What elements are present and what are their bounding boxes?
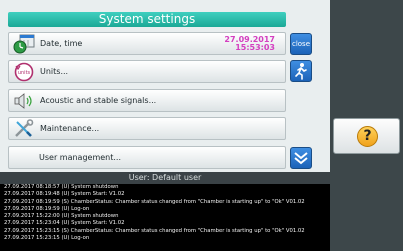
log-line: 27.09.2017 08:19:48 (U) System Start: V1… [4, 191, 125, 198]
units-icon: units [13, 62, 35, 82]
menu-item-units[interactable]: units Units... [8, 60, 286, 83]
event-log[interactable]: 27.09.2017 08:18:57 (U) System shutdown … [0, 184, 330, 251]
close-button[interactable]: close [290, 33, 312, 55]
log-line: 27.09.2017 15:23:15 (U) Log-on [4, 235, 90, 242]
menu-item-user-management[interactable]: User management... [8, 146, 286, 169]
help-button[interactable]: ? [333, 118, 400, 154]
speaker-icon [13, 91, 35, 111]
menu-item-label: Units... [40, 67, 69, 76]
current-user-bar: User: Default user [0, 172, 330, 184]
log-line: 27.09.2017 15:23:04 (U) System Start: V1… [4, 220, 125, 227]
menu-item-date-time[interactable]: Date, time 27.09.2017 15:53:03 [8, 32, 286, 55]
double-chevron-down-icon [294, 152, 308, 165]
log-line: 27.09.2017 08:18:57 (U) System shutdown [4, 184, 119, 190]
device-screen: System settings Date, time 27.09.2017 15… [0, 0, 330, 251]
user-login-button[interactable] [290, 60, 312, 82]
wrench-screwdriver-icon [13, 119, 35, 139]
clock-time: 15:53:03 [235, 43, 275, 52]
page-title: System settings [8, 12, 286, 27]
menu-item-label: Maintenance... [40, 124, 100, 133]
log-line: 27.09.2017 15:22:00 (U) System shutdown [4, 213, 119, 220]
menu-item-acoustic-signals[interactable]: Acoustic and stable signals... [8, 89, 286, 112]
log-line: 27.09.2017 08:19:59 (S) ChamberStatus: C… [4, 198, 305, 205]
clock-display: 27.09.2017 15:53:03 [224, 36, 275, 52]
scroll-down-button[interactable] [290, 147, 312, 169]
menu-item-label: Date, time [40, 39, 83, 48]
menu-item-label: User management... [39, 153, 121, 162]
system-settings-panel: System settings Date, time 27.09.2017 15… [0, 0, 330, 172]
log-line: 27.09.2017 15:23:15 (S) ChamberStatus: C… [4, 227, 305, 234]
menu-item-maintenance[interactable]: Maintenance... [8, 117, 286, 140]
running-person-icon [295, 63, 307, 80]
menu-item-label: Acoustic and stable signals... [40, 96, 157, 105]
log-line: 27.09.2017 08:19:59 (U) Log-on [4, 205, 90, 212]
units-icon-text: units [18, 70, 31, 76]
calendar-clock-icon [13, 34, 35, 54]
question-mark-icon: ? [357, 126, 378, 147]
